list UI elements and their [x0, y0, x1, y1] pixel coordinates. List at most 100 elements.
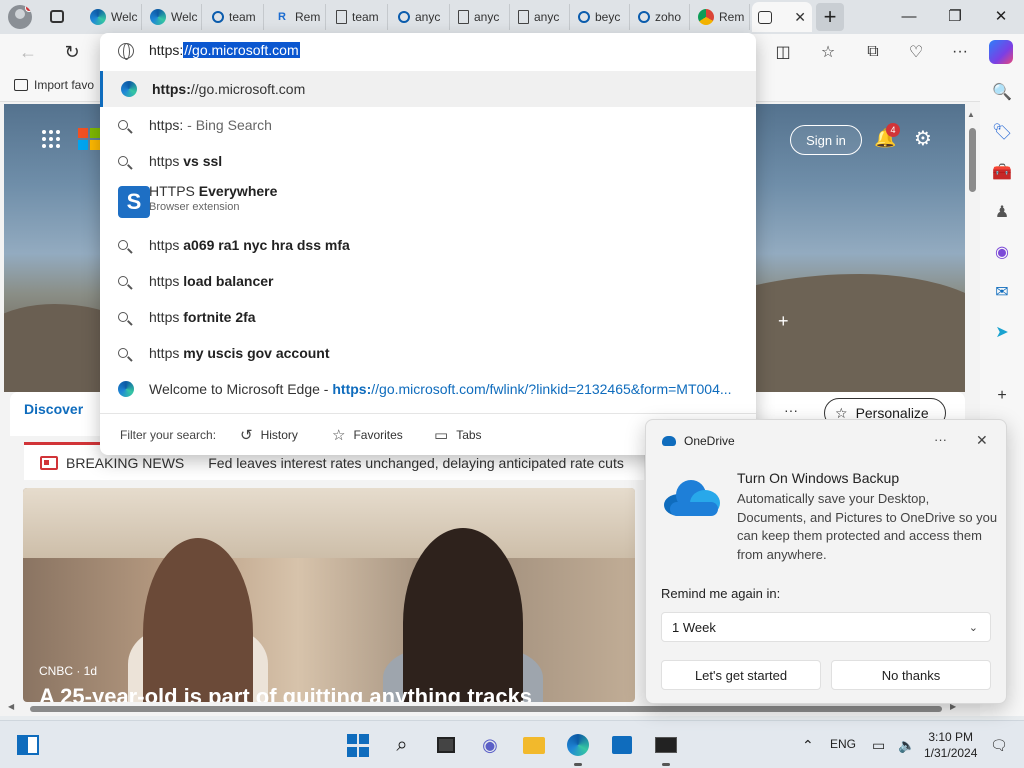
notification-app-header: OneDrive	[662, 434, 735, 448]
horizontal-scrollbar[interactable]: ◀ ▶	[4, 702, 980, 716]
document-icon	[336, 10, 347, 24]
edge-taskbar-icon[interactable]	[566, 733, 590, 766]
volume-icon[interactable]: 🔈	[898, 737, 915, 754]
tab-9[interactable]: zoho	[632, 4, 690, 30]
close-tab-icon[interactable]: ✕	[794, 9, 806, 26]
tab-3[interactable]: R Rem	[268, 4, 326, 30]
filter-favorites-button[interactable]: ☆ Favorites	[332, 426, 403, 444]
language-indicator[interactable]: ENG	[830, 737, 856, 751]
tab-5[interactable]: anyc	[392, 4, 450, 30]
suggestion-search[interactable]: https a069 ra1 nyc hra dss mfa	[100, 227, 756, 263]
page-settings-gear-icon[interactable]: ⚙	[914, 126, 932, 151]
clock[interactable]: 3:10 PM 1/31/2024	[924, 729, 977, 761]
close-window-button[interactable]: ✕	[978, 0, 1024, 32]
search-icon	[118, 276, 128, 286]
collections-icon[interactable]: ⧉	[860, 40, 886, 64]
sidebar-games-icon[interactable]: ♟	[990, 200, 1014, 224]
search-icon	[118, 348, 128, 358]
address-bar-input[interactable]: https://go.microsoft.com	[100, 33, 756, 69]
tab-0[interactable]: Welc	[84, 4, 142, 30]
taskbar-search-icon[interactable]: ⌕	[390, 733, 414, 757]
profile-avatar[interactable]	[8, 5, 32, 29]
sidebar-search-icon[interactable]: 🔍	[990, 80, 1014, 104]
tab-10[interactable]: Rem	[692, 4, 750, 30]
start-icon[interactable]	[346, 733, 370, 757]
suggestion-url[interactable]: https://go.microsoft.com	[100, 71, 756, 107]
suggestion-extension[interactable]: S HTTPS Everywhere Browser extension	[100, 179, 756, 225]
notification-more-icon[interactable]: ···	[934, 432, 947, 447]
scroll-up-icon[interactable]: ▲	[967, 110, 975, 119]
lets-get-started-button[interactable]: Let's get started	[661, 660, 821, 690]
search-icon	[118, 312, 128, 322]
refresh-button[interactable]: ↻	[58, 40, 86, 64]
new-tab-button[interactable]: +	[816, 3, 844, 31]
tab-7[interactable]: anyc	[512, 4, 570, 30]
notification-badge: 4	[886, 123, 900, 137]
notifications-bell-icon[interactable]: 🔔 4	[874, 123, 900, 150]
widgets-icon[interactable]	[16, 733, 40, 757]
tab-discover[interactable]: Discover	[24, 401, 83, 417]
sign-in-button[interactable]: Sign in	[790, 125, 862, 155]
scrollbar-thumb-horizontal[interactable]	[30, 706, 942, 712]
tab-actions-icon[interactable]	[46, 6, 68, 28]
browser-essentials-icon[interactable]: ♡	[903, 40, 929, 64]
search-icon	[118, 156, 128, 166]
notification-close-icon[interactable]: ✕	[976, 432, 988, 449]
scroll-left-icon[interactable]: ◀	[8, 702, 14, 711]
search-icon	[398, 11, 410, 23]
import-favorites-link[interactable]: Import favo	[14, 78, 94, 92]
sidebar-outlook-icon[interactable]: ✉	[990, 280, 1014, 304]
task-view-icon[interactable]	[434, 733, 458, 757]
settings-more-icon[interactable]: ···	[947, 40, 973, 64]
no-thanks-button[interactable]: No thanks	[831, 660, 991, 690]
globe-icon	[118, 43, 134, 60]
filter-tabs-button[interactable]: ▭ Tabs	[434, 426, 482, 444]
teams-chat-icon[interactable]: ◉	[478, 733, 502, 757]
news-article-card[interactable]: CNBC · 1d A 25-year-old is part of quitt…	[23, 488, 635, 702]
search-icon	[638, 11, 650, 23]
minimize-button[interactable]: —	[886, 0, 932, 32]
document-icon	[458, 10, 469, 24]
sidebar-tools-icon[interactable]: 🧰	[990, 160, 1014, 184]
suggestion-search[interactable]: https load balancer	[100, 263, 756, 299]
file-explorer-icon[interactable]	[522, 733, 546, 757]
suggestion-search[interactable]: https: - Bing Search	[100, 107, 756, 143]
suggestion-history[interactable]: Welcome to Microsoft Edge - https://go.m…	[100, 371, 756, 407]
tab-active-new-tab[interactable]: ✕	[752, 2, 812, 32]
sidebar-add-icon[interactable]: +	[990, 384, 1014, 408]
tab-1[interactable]: Welc	[144, 4, 202, 30]
terminal-icon[interactable]	[654, 733, 678, 766]
suggestion-search[interactable]: https my uscis gov account	[100, 335, 756, 371]
notification-center-icon[interactable]: 🗨	[990, 737, 1008, 754]
copilot-icon[interactable]	[989, 40, 1013, 64]
tab-2[interactable]: team	[206, 4, 264, 30]
suggestion-search[interactable]: https vs ssl	[100, 143, 756, 179]
network-icon[interactable]: ▭	[872, 737, 885, 754]
tab-6[interactable]: anyc	[452, 4, 510, 30]
remote-desktop-icon: R	[278, 11, 286, 23]
maximize-button[interactable]: ❐	[932, 0, 978, 32]
back-button[interactable]: ←	[14, 40, 42, 64]
remind-dropdown[interactable]: 1 Week ⌄	[661, 612, 991, 642]
edge-icon	[121, 81, 137, 97]
news-icon	[40, 455, 58, 470]
app-launcher-icon[interactable]	[42, 130, 60, 148]
favorites-icon[interactable]: ☆	[815, 40, 841, 64]
scrollbar-thumb[interactable]	[969, 128, 976, 192]
suggestion-search[interactable]: https fortnite 2fa	[100, 299, 756, 335]
https-everywhere-extension-icon: S	[118, 186, 150, 218]
tab-4[interactable]: team	[330, 4, 388, 30]
sidebar-shopping-icon[interactable]: 🏷	[990, 120, 1014, 144]
add-shortcut-icon[interactable]: +	[778, 311, 789, 332]
filter-history-button[interactable]: ↺ History	[240, 426, 298, 444]
address-input-selection: //go.microsoft.com	[183, 42, 300, 58]
sidebar-drop-icon[interactable]: ➤	[990, 320, 1014, 344]
new-tab-page-icon	[758, 10, 772, 24]
tab-8[interactable]: beyc	[572, 4, 630, 30]
split-screen-icon[interactable]: ◫	[770, 40, 796, 64]
microsoft-logo-icon	[78, 128, 100, 150]
store-icon[interactable]	[610, 733, 634, 757]
feed-more-icon[interactable]: ···	[784, 402, 798, 418]
tray-overflow-icon[interactable]: ⌃	[802, 737, 814, 754]
sidebar-microsoft365-icon[interactable]: ◉	[990, 240, 1014, 264]
